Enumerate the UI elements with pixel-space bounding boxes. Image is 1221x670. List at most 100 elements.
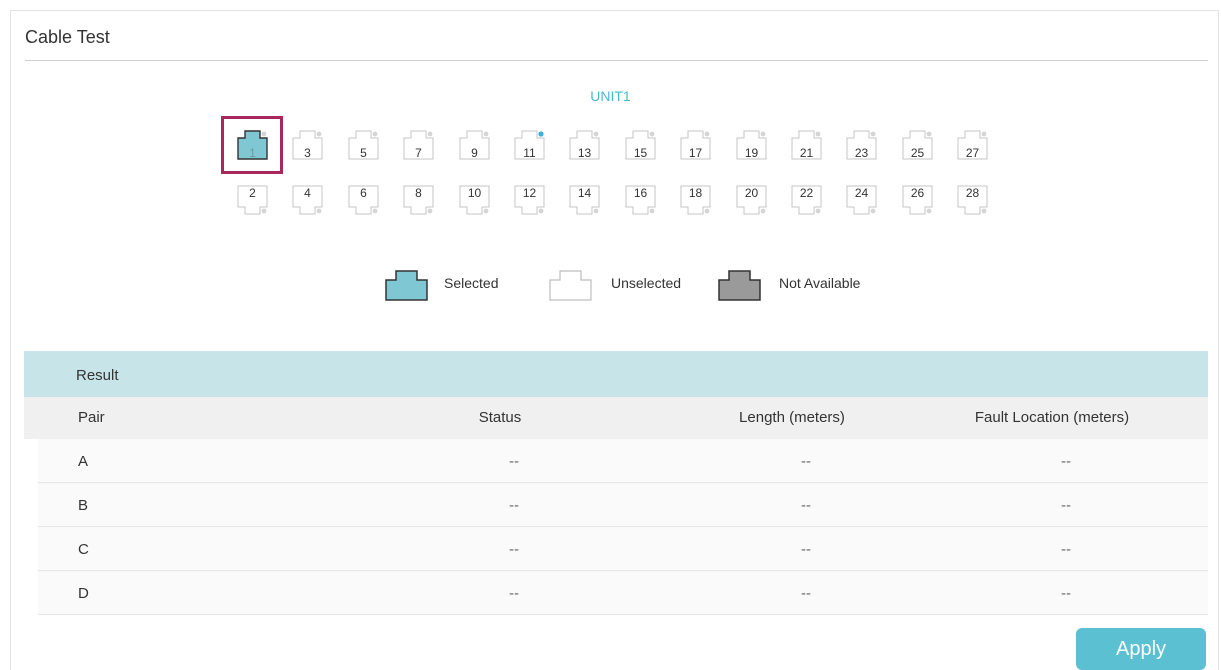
port-24[interactable]: 24 (846, 185, 877, 215)
status-cell: -- (509, 453, 519, 470)
port-number: 23 (854, 146, 869, 160)
port-status-indicator (593, 131, 599, 137)
port-number: 9 (471, 146, 478, 160)
unselected-legend-icon (549, 270, 592, 306)
port-12[interactable]: 12 (514, 185, 545, 215)
port-status-indicator (261, 208, 267, 214)
port-16[interactable]: 16 (625, 185, 656, 215)
port-number: 12 (522, 186, 537, 200)
pair-cell: B (78, 497, 89, 514)
port-status-indicator (372, 208, 378, 214)
port-10[interactable]: 10 (459, 185, 490, 215)
status-cell: -- (509, 497, 519, 514)
legend-selected-label: Selected (444, 275, 499, 291)
length-cell: -- (801, 541, 811, 558)
selected-legend-icon (385, 270, 428, 306)
port-status-indicator (649, 131, 655, 137)
table-row: D -- -- -- (38, 571, 1208, 615)
port-number: 28 (965, 186, 980, 200)
title-divider (25, 60, 1208, 61)
port-2[interactable]: 2 (237, 185, 268, 215)
port-number: 17 (688, 146, 703, 160)
port-status-indicator (593, 208, 599, 214)
port-status-indicator (760, 208, 766, 214)
port-status-indicator (649, 208, 655, 214)
apply-button[interactable]: Apply (1076, 628, 1206, 670)
port-status-indicator (981, 131, 987, 137)
port-status-indicator (870, 131, 876, 137)
port-5[interactable]: 5 (348, 130, 379, 160)
port-status-indicator (427, 131, 433, 137)
port-status-indicator (483, 131, 489, 137)
fault-location-cell: -- (1061, 453, 1071, 470)
port-number: 3 (304, 146, 311, 160)
status-cell: -- (509, 541, 519, 558)
port-4[interactable]: 4 (292, 185, 323, 215)
selected-port-highlight (221, 116, 283, 174)
port-number: 13 (577, 146, 592, 160)
fault-location-cell: -- (1061, 541, 1071, 558)
length-cell: -- (801, 585, 811, 602)
result-column-headers: Pair Status Length (meters) Fault Locati… (24, 397, 1208, 439)
column-header-fault-location: Fault Location (meters) (974, 409, 1130, 426)
length-cell: -- (801, 497, 811, 514)
unit-label: UNIT1 (590, 88, 631, 104)
fault-location-cell: -- (1061, 497, 1071, 514)
port-20[interactable]: 20 (736, 185, 767, 215)
port-3[interactable]: 3 (292, 130, 323, 160)
port-15[interactable]: 15 (625, 130, 656, 160)
port-19[interactable]: 19 (736, 130, 767, 160)
port-number: 2 (249, 186, 256, 200)
table-row: B -- -- -- (38, 483, 1208, 527)
port-22[interactable]: 22 (791, 185, 822, 215)
length-cell: -- (801, 453, 811, 470)
port-number: 7 (415, 146, 422, 160)
port-number: 10 (467, 186, 482, 200)
port-number: 19 (744, 146, 759, 160)
port-status-indicator (316, 131, 322, 137)
table-row: A -- -- -- (38, 439, 1208, 483)
port-number: 27 (965, 146, 980, 160)
status-cell: -- (509, 585, 519, 602)
column-header-status: Status (478, 409, 522, 426)
port-7[interactable]: 7 (403, 130, 434, 160)
pair-cell: C (78, 541, 89, 558)
port-status-indicator (815, 208, 821, 214)
port-number: 20 (744, 186, 759, 200)
panel-title: Cable Test (25, 27, 110, 47)
port-status-indicator (483, 208, 489, 214)
port-number: 6 (360, 186, 367, 200)
port-number: 11 (523, 146, 536, 160)
legend-not-available-label: Not Available (779, 275, 861, 291)
port-status-indicator (926, 131, 932, 137)
port-6[interactable]: 6 (348, 185, 379, 215)
port-13[interactable]: 13 (569, 130, 600, 160)
port-14[interactable]: 14 (569, 185, 600, 215)
port-number: 4 (304, 186, 311, 200)
pair-cell: D (78, 585, 89, 602)
port-status-indicator (704, 131, 710, 137)
port-number: 24 (854, 186, 869, 200)
not-available-legend-icon (718, 270, 761, 306)
port-18[interactable]: 18 (680, 185, 711, 215)
port-status-indicator (981, 208, 987, 214)
pair-cell: A (78, 453, 89, 470)
port-number: 25 (910, 146, 925, 160)
port-23[interactable]: 23 (846, 130, 877, 160)
port-26[interactable]: 26 (902, 185, 933, 215)
port-17[interactable]: 17 (680, 130, 711, 160)
port-status-indicator (704, 208, 710, 214)
port-25[interactable]: 25 (902, 130, 933, 160)
port-27[interactable]: 27 (957, 130, 988, 160)
port-21[interactable]: 21 (791, 130, 822, 160)
port-status-indicator (427, 208, 433, 214)
port-status-indicator (316, 208, 322, 214)
column-header-pair: Pair (78, 409, 105, 426)
port-28[interactable]: 28 (957, 185, 988, 215)
column-header-length: Length (meters) (739, 409, 845, 426)
port-8[interactable]: 8 (403, 185, 434, 215)
port-11[interactable]: 11 (514, 130, 545, 160)
port-status-indicator (815, 131, 821, 137)
port-number: 21 (799, 146, 814, 160)
port-9[interactable]: 9 (459, 130, 490, 160)
